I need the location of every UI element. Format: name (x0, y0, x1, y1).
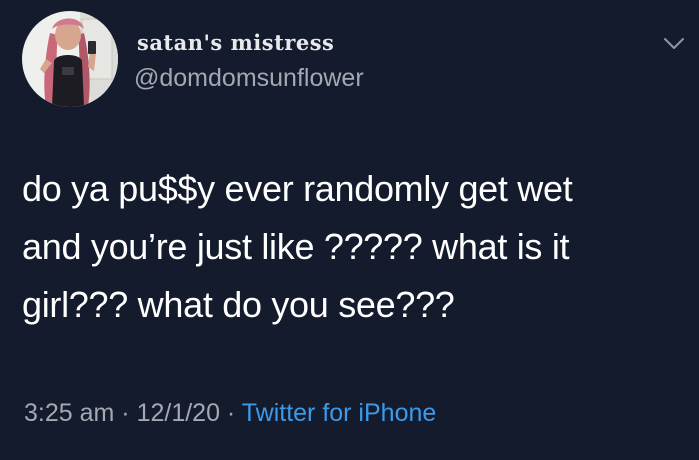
tweet-text-line: and you’re just like ????? what is it (22, 226, 570, 267)
tweet-metadata: 3:25 am · 12/1/20 · Twitter for iPhone (24, 399, 436, 428)
tweet-text-line: girl??? what do you see??? (22, 284, 455, 325)
tweet-card: satan's mistress @domdomsunflower do ya … (0, 0, 699, 460)
separator: · (219, 399, 242, 427)
tweet-text: do ya pu$$y ever randomly get wet and yo… (22, 160, 682, 334)
chevron-down-icon[interactable] (664, 37, 684, 51)
tweet-source-link[interactable]: Twitter for iPhone (242, 399, 437, 427)
tweet-text-line: do ya pu$$y ever randomly get wet (22, 168, 573, 209)
avatar[interactable] (22, 11, 118, 107)
tweet-date[interactable]: 12/1/20 (137, 399, 220, 427)
separator: · (114, 399, 137, 427)
user-handle[interactable]: @domdomsunflower (134, 64, 364, 93)
display-name[interactable]: satan's mistress (137, 30, 334, 55)
tweet-time[interactable]: 3:25 am (24, 399, 114, 427)
